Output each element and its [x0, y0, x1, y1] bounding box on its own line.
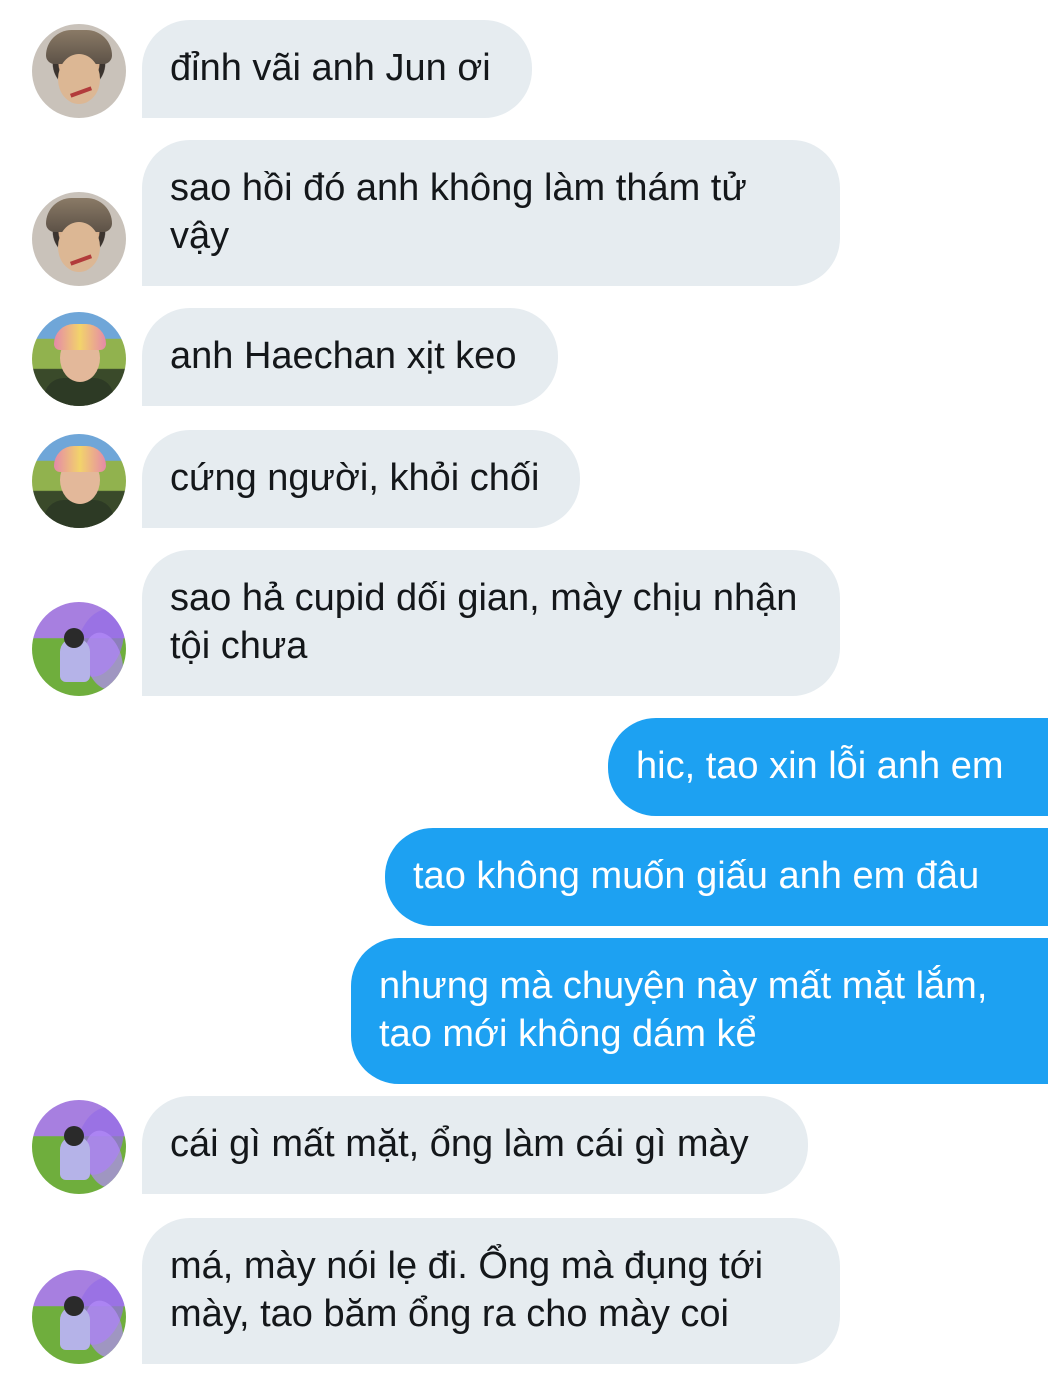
- avatar[interactable]: [32, 434, 126, 528]
- message-text: nhưng mà chuyện này mất mặt lắm, tao mới…: [379, 965, 988, 1055]
- incoming-message-bubble[interactable]: cứng người, khỏi chối: [142, 430, 580, 528]
- incoming-message-bubble[interactable]: đỉnh vãi anh Jun ơi: [142, 20, 532, 118]
- avatar-face: [58, 222, 100, 272]
- avatar-face: [58, 54, 100, 104]
- incoming-message-bubble[interactable]: má, mày nói lẹ đi. Ổng mà đụng tới mày, …: [142, 1218, 840, 1364]
- message-text: sao hồi đó anh không làm thám tử vậy: [170, 167, 747, 257]
- message-text: cứng người, khỏi chối: [170, 457, 540, 499]
- message-text: má, mày nói lẹ đi. Ổng mà đụng tới mày, …: [170, 1245, 764, 1335]
- avatar[interactable]: [32, 192, 126, 286]
- avatar[interactable]: [32, 312, 126, 406]
- message-text: sao hả cupid dối gian, mày chịu nhận tội…: [170, 577, 798, 667]
- incoming-message-bubble[interactable]: sao hồi đó anh không làm thám tử vậy: [142, 140, 840, 286]
- message-text: cái gì mất mặt, ổng làm cái gì mày: [170, 1123, 749, 1165]
- message-text: đỉnh vãi anh Jun ơi: [170, 47, 491, 89]
- incoming-message-bubble[interactable]: cái gì mất mặt, ổng làm cái gì mày: [142, 1096, 808, 1194]
- avatar-head: [64, 1126, 84, 1146]
- avatar-hair: [54, 446, 106, 472]
- avatar-body: [44, 500, 114, 528]
- message-text: hic, tao xin lỗi anh em: [636, 745, 1004, 787]
- outgoing-message-bubble[interactable]: nhưng mà chuyện này mất mặt lắm, tao mới…: [351, 938, 1048, 1084]
- incoming-message-bubble[interactable]: anh Haechan xịt keo: [142, 308, 558, 406]
- avatar[interactable]: [32, 1100, 126, 1194]
- avatar-head: [64, 628, 84, 648]
- avatar-hair: [54, 324, 106, 350]
- avatar[interactable]: [32, 602, 126, 696]
- outgoing-message-bubble[interactable]: tao không muốn giấu anh em đâu: [385, 828, 1048, 926]
- avatar[interactable]: [32, 24, 126, 118]
- message-text: tao không muốn giấu anh em đâu: [413, 855, 980, 897]
- avatar[interactable]: [32, 1270, 126, 1364]
- avatar-head: [64, 1296, 84, 1316]
- incoming-message-bubble[interactable]: sao hả cupid dối gian, mày chịu nhận tội…: [142, 550, 840, 696]
- avatar-body: [44, 378, 114, 406]
- message-text: anh Haechan xịt keo: [170, 335, 517, 377]
- outgoing-message-bubble[interactable]: hic, tao xin lỗi anh em: [608, 718, 1048, 816]
